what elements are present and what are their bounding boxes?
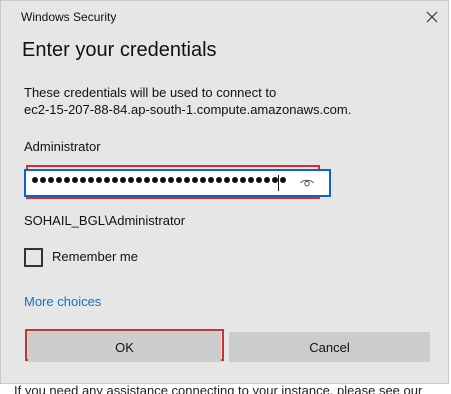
password-dot: [176, 177, 182, 183]
password-dot: [64, 177, 70, 183]
password-dot: [184, 177, 190, 183]
password-dot: [240, 177, 246, 183]
reveal-password-icon[interactable]: [299, 175, 315, 191]
password-dot: [232, 177, 238, 183]
password-dot: [32, 177, 38, 183]
password-dot: [120, 177, 126, 183]
dialog-description: These credentials will be used to connec…: [24, 84, 351, 118]
description-line-1: These credentials will be used to connec…: [24, 85, 277, 100]
domain-user-text: SOHAIL_BGL\Administrator: [24, 213, 186, 228]
password-dot: [72, 177, 78, 183]
password-dot: [216, 177, 222, 183]
description-line-2: ec2-15-207-88-84.ap-south-1.compute.amaz…: [24, 102, 352, 117]
username-label: Administrator: [24, 139, 101, 154]
password-dot: [280, 177, 286, 183]
password-dot: [88, 177, 94, 183]
password-dot: [152, 177, 158, 183]
password-dot: [56, 177, 62, 183]
password-dot: [144, 177, 150, 183]
remember-me-checkbox[interactable]: [24, 248, 43, 267]
cancel-button[interactable]: Cancel: [229, 332, 430, 362]
password-dot: [128, 177, 134, 183]
password-field[interactable]: [24, 169, 331, 197]
password-dots: [32, 177, 288, 183]
password-dot: [264, 177, 270, 183]
password-dot: [168, 177, 174, 183]
password-dot: [160, 177, 166, 183]
background-page-text: If you need any assistance connecting to…: [14, 383, 423, 394]
ok-button[interactable]: OK: [28, 332, 221, 362]
password-dot: [48, 177, 54, 183]
remember-me-label[interactable]: Remember me: [52, 249, 138, 264]
password-dot: [80, 177, 86, 183]
password-dot: [96, 177, 102, 183]
password-dot: [104, 177, 110, 183]
password-dot: [224, 177, 230, 183]
password-dot: [136, 177, 142, 183]
password-dot: [256, 177, 262, 183]
password-dot: [200, 177, 206, 183]
credentials-dialog: Windows Security Enter your credentials …: [0, 0, 449, 384]
password-dot: [40, 177, 46, 183]
window-title: Windows Security: [21, 10, 117, 24]
text-caret: [278, 175, 279, 191]
dialog-heading: Enter your credentials: [22, 39, 217, 61]
close-icon[interactable]: [420, 5, 444, 29]
more-choices-link[interactable]: More choices: [24, 294, 101, 309]
password-dot: [192, 177, 198, 183]
password-dot: [208, 177, 214, 183]
password-dot: [248, 177, 254, 183]
password-dot: [112, 177, 118, 183]
